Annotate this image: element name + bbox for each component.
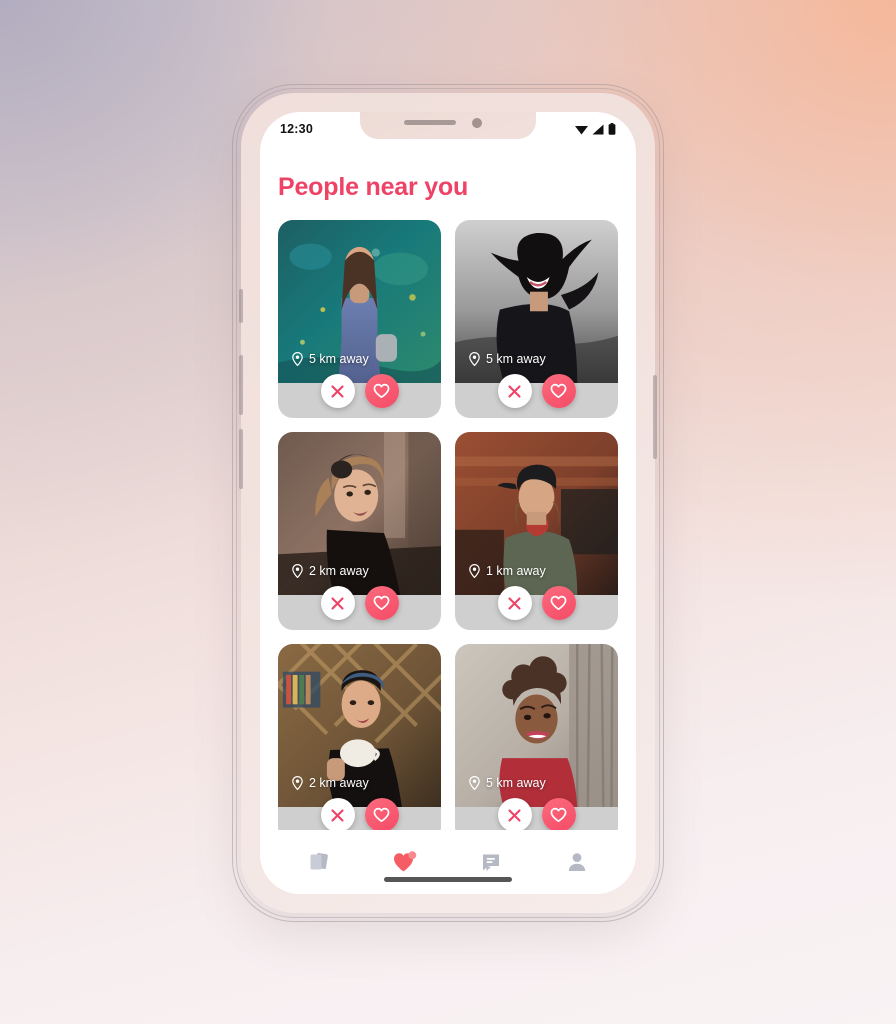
like-button[interactable] <box>364 374 399 408</box>
profile-person-icon <box>568 853 586 871</box>
card-actions <box>278 798 441 830</box>
wifi-icon <box>575 125 588 134</box>
like-button[interactable] <box>541 798 576 830</box>
distance-label: 1 km away <box>469 564 546 578</box>
card-actions <box>278 374 441 408</box>
volume-up-button[interactable] <box>239 355 243 415</box>
close-icon <box>508 596 521 610</box>
distance-text: 5 km away <box>309 352 369 366</box>
card-actions <box>278 586 441 620</box>
power-button[interactable] <box>653 375 657 459</box>
battery-icon <box>608 123 616 135</box>
person-card[interactable]: 1 km away <box>455 432 618 630</box>
location-pin-icon <box>469 776 480 790</box>
chat-bubble-icon <box>483 854 499 871</box>
page-title: People near you <box>278 173 469 201</box>
distance-text: 2 km away <box>309 564 369 578</box>
close-icon <box>331 596 344 610</box>
person-card[interactable]: 2 km away <box>278 644 441 830</box>
nav-item-likes[interactable] <box>381 842 429 882</box>
like-button[interactable] <box>541 586 576 620</box>
distance-label: 5 km away <box>469 776 546 790</box>
close-icon <box>331 384 344 398</box>
pass-button[interactable] <box>320 374 355 408</box>
card-actions <box>455 798 618 830</box>
like-button[interactable] <box>364 586 399 620</box>
phone-device: 12:30 People near you 5 km away 5 km awa… <box>232 84 664 922</box>
heart-icon <box>394 851 417 872</box>
heart-icon <box>373 595 390 611</box>
distance-text: 5 km away <box>486 776 546 790</box>
distance-text: 1 km away <box>486 564 546 578</box>
distance-label: 5 km away <box>469 352 546 366</box>
heart-icon <box>373 807 390 823</box>
distance-text: 5 km away <box>486 352 546 366</box>
heart-icon <box>373 383 390 399</box>
card-actions <box>455 374 618 408</box>
pass-button[interactable] <box>497 798 532 830</box>
cellular-signal-icon <box>592 124 604 134</box>
people-grid: 5 km away 5 km away 2 km away 1 km away … <box>260 220 636 830</box>
cards-stack-icon <box>310 852 328 870</box>
home-indicator[interactable] <box>384 877 512 882</box>
phone-body: 12:30 People near you 5 km away 5 km awa… <box>239 93 657 913</box>
distance-label: 2 km away <box>292 776 369 790</box>
person-card[interactable]: 5 km away <box>455 644 618 830</box>
like-button[interactable] <box>541 374 576 408</box>
heart-icon <box>550 595 567 611</box>
close-icon <box>508 808 521 822</box>
pass-button[interactable] <box>320 586 355 620</box>
status-bar-clock: 12:30 <box>280 122 313 136</box>
app-content: People near you 5 km away 5 km away 2 km… <box>260 146 636 894</box>
location-pin-icon <box>469 564 480 578</box>
location-pin-icon <box>292 352 303 366</box>
heart-icon <box>550 383 567 399</box>
heart-icon <box>550 807 567 823</box>
nav-item-chat[interactable] <box>467 842 515 882</box>
bottom-navigation <box>260 830 636 894</box>
person-card[interactable]: 5 km away <box>455 220 618 418</box>
nav-item-cards[interactable] <box>295 842 343 882</box>
phone-screen: 12:30 People near you 5 km away 5 km awa… <box>260 112 636 894</box>
status-bar-icons <box>575 123 616 135</box>
person-card[interactable]: 5 km away <box>278 220 441 418</box>
pass-button[interactable] <box>497 586 532 620</box>
location-pin-icon <box>292 564 303 578</box>
distance-label: 2 km away <box>292 564 369 578</box>
close-icon <box>508 384 521 398</box>
location-pin-icon <box>469 352 480 366</box>
pass-button[interactable] <box>320 798 355 830</box>
like-button[interactable] <box>364 798 399 830</box>
volume-down-button[interactable] <box>239 429 243 489</box>
person-card[interactable]: 2 km away <box>278 432 441 630</box>
location-pin-icon <box>292 776 303 790</box>
close-icon <box>331 808 344 822</box>
status-bar: 12:30 <box>260 112 636 146</box>
distance-label: 5 km away <box>292 352 369 366</box>
distance-text: 2 km away <box>309 776 369 790</box>
mute-switch-button[interactable] <box>239 289 243 323</box>
pass-button[interactable] <box>497 374 532 408</box>
nav-item-profile[interactable] <box>553 842 601 882</box>
card-actions <box>455 586 618 620</box>
